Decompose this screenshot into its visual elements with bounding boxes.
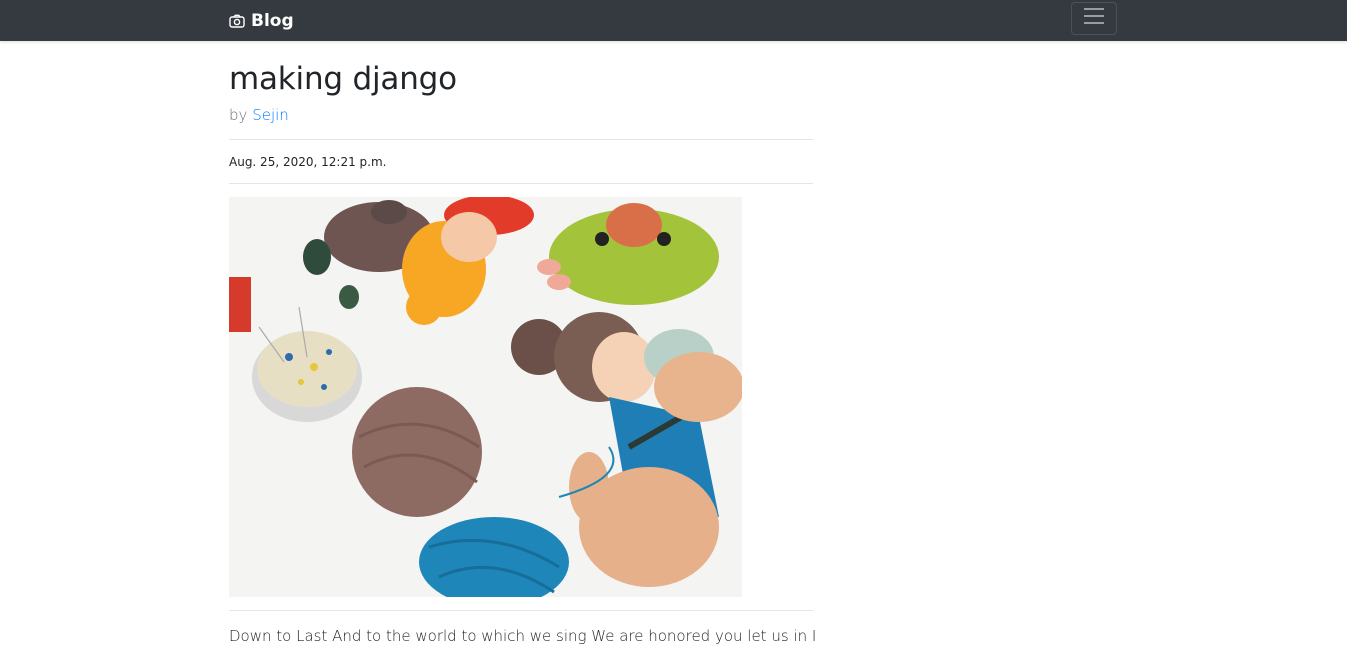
post-title: making django: [229, 61, 457, 97]
brand-label: Blog: [251, 10, 294, 31]
post-byline: by Sejin: [229, 106, 813, 124]
post-date: Aug. 25, 2020, 12:21 p.m.: [229, 155, 387, 170]
by-label: by: [229, 106, 248, 125]
post-body: Down to Last And to the world to which w…: [229, 627, 817, 646]
camera-icon: [229, 13, 245, 29]
hamburger-menu-icon: [1083, 7, 1105, 30]
divider: [229, 610, 813, 612]
navbar-toggler-button[interactable]: [1071, 2, 1117, 35]
divider: [229, 183, 813, 185]
post-image: [229, 197, 742, 598]
author-link[interactable]: Sejin: [252, 106, 289, 124]
brand-link[interactable]: Blog: [229, 0, 294, 41]
top-navbar: Blog: [0, 0, 1347, 41]
post-content: making django by Sejin Aug. 25, 2020, 12…: [229, 41, 817, 646]
